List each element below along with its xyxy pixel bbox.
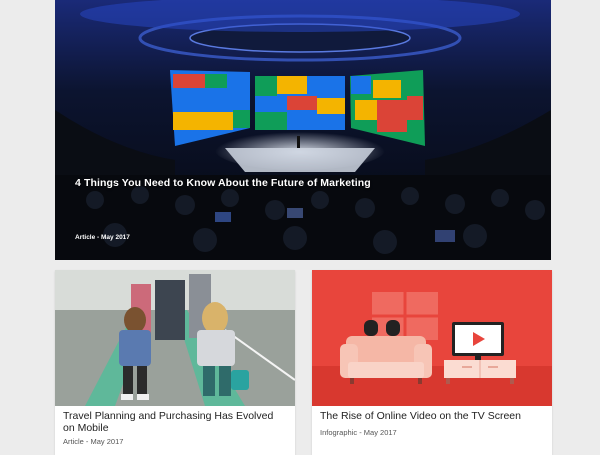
article-card-video[interactable]: The Rise of Online Video on the TV Scree… — [312, 270, 552, 455]
hero-image — [55, 0, 551, 260]
hero-meta: Article - May 2017 — [75, 234, 130, 241]
hero-article-card[interactable]: 4 Things You Need to Know About the Futu… — [55, 0, 551, 260]
card-image-video — [312, 270, 552, 406]
card-meta: Infographic - May 2017 — [320, 428, 397, 437]
hero-title[interactable]: 4 Things You Need to Know About the Futu… — [75, 177, 531, 189]
card-meta: Article - May 2017 — [63, 437, 124, 446]
card-image-travel — [55, 270, 295, 406]
article-card-travel[interactable]: Travel Planning and Purchasing Has Evolv… — [55, 270, 295, 455]
card-title[interactable]: Travel Planning and Purchasing Has Evolv… — [63, 410, 285, 434]
card-title[interactable]: The Rise of Online Video on the TV Scree… — [320, 410, 542, 422]
stage-screen-center — [255, 76, 345, 130]
